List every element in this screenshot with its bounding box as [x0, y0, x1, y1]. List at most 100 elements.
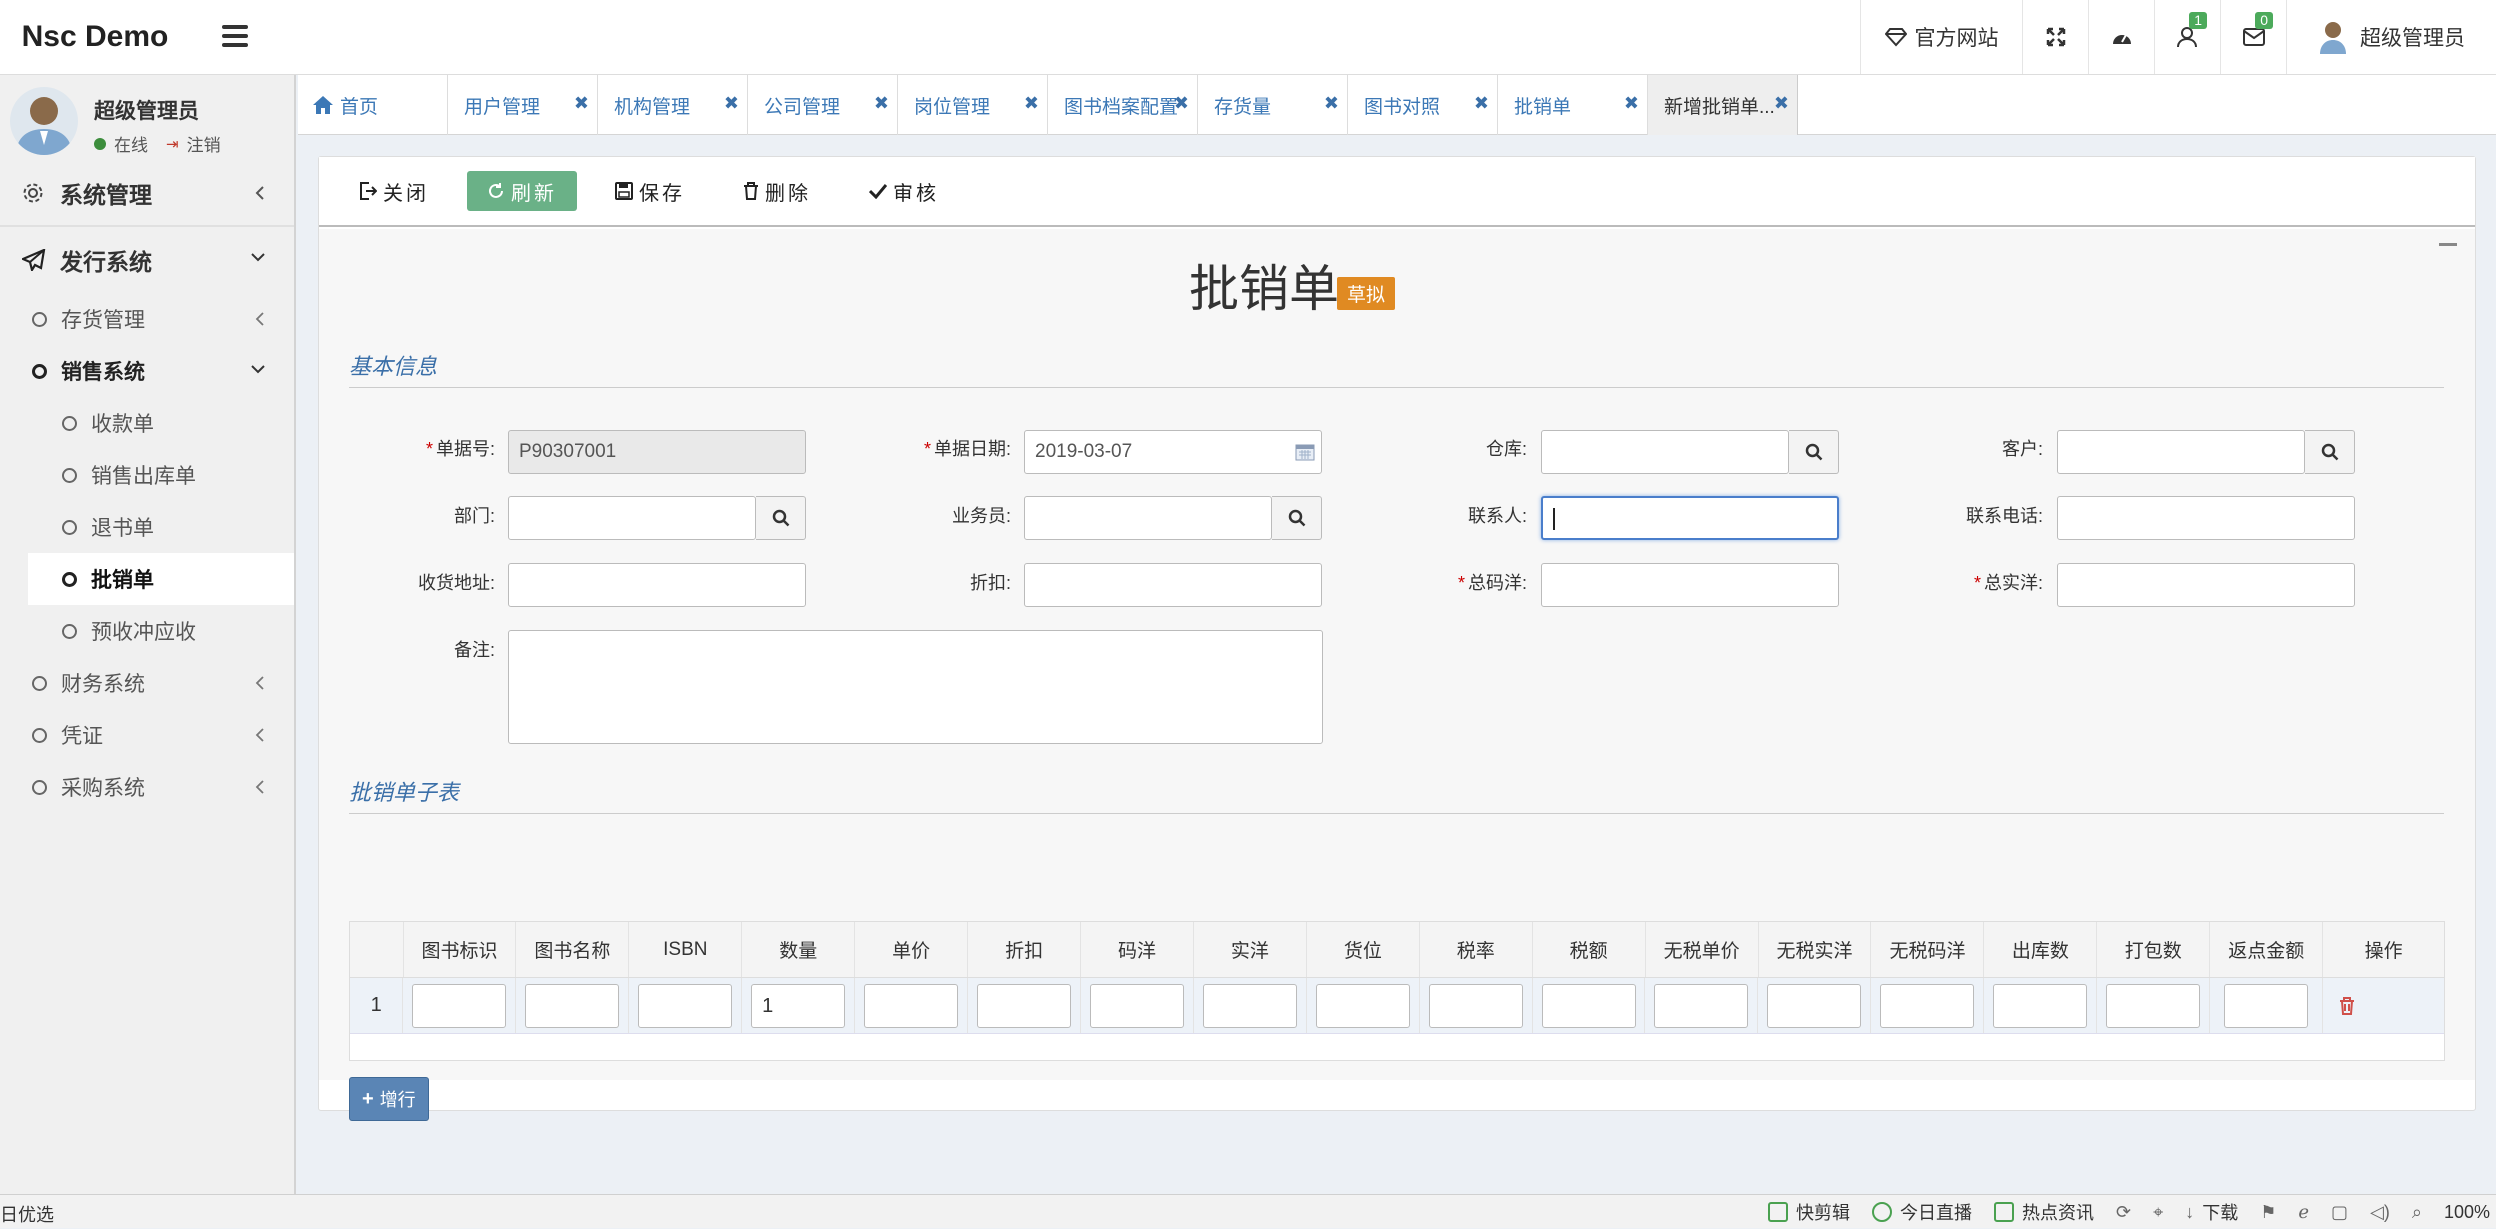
- tab-book-archive-config[interactable]: 图书档案配置 ✖: [1048, 75, 1198, 135]
- menu-wholesale[interactable]: 批销单: [28, 553, 294, 605]
- zoom-level[interactable]: 100%: [2444, 1202, 2490, 1223]
- menu-finance[interactable]: 财务系统: [0, 657, 294, 709]
- phone-field[interactable]: [2057, 496, 2355, 540]
- tab-company-management[interactable]: 公司管理 ✖: [748, 75, 898, 135]
- grid-header-cell[interactable]: 税额: [1533, 922, 1646, 977]
- grid-header-cell[interactable]: 出库数: [1984, 922, 2098, 977]
- grid-header-cell[interactable]: 无税实洋: [1759, 922, 1872, 977]
- dashboard-button[interactable]: [2088, 0, 2154, 74]
- grid-header-cell[interactable]: 打包数: [2097, 922, 2211, 977]
- grid-header-cell[interactable]: 数量: [742, 922, 856, 977]
- broom-icon[interactable]: ⌖: [2153, 1202, 2163, 1223]
- audit-button[interactable]: 审核: [849, 171, 959, 211]
- pack-qty-input[interactable]: [2106, 983, 2201, 1028]
- dept-field[interactable]: [508, 496, 756, 540]
- total-list-price-field[interactable]: [1541, 563, 1839, 607]
- messages-button[interactable]: 0: [2220, 0, 2286, 74]
- calendar-icon[interactable]: [1295, 443, 1315, 461]
- window-icon[interactable]: ▢: [2331, 1202, 2348, 1223]
- add-row-button[interactable]: + 增行: [349, 1077, 429, 1121]
- flag-icon[interactable]: ⚑: [2260, 1202, 2276, 1223]
- menu-sales-outbound[interactable]: 销售出库单: [0, 449, 294, 501]
- delete-button[interactable]: 删除: [723, 171, 831, 211]
- warehouse-field[interactable]: [1541, 430, 1789, 474]
- menu-inventory[interactable]: 存货管理: [0, 293, 294, 345]
- tab-new-wholesale[interactable]: 新增批销单... ✖: [1648, 75, 1798, 135]
- list-price-input[interactable]: [1089, 983, 1184, 1028]
- close-icon[interactable]: ✖: [574, 93, 589, 114]
- address-field[interactable]: [508, 563, 806, 607]
- contact-field[interactable]: [1541, 496, 1839, 540]
- isbn-input[interactable]: [638, 983, 733, 1028]
- doc-date-field[interactable]: 2019-03-07: [1024, 430, 1322, 474]
- untaxed-unit-price-input[interactable]: [1654, 983, 1749, 1028]
- tab-org-management[interactable]: 机构管理 ✖: [598, 75, 748, 135]
- speed-icon[interactable]: ⟳: [2116, 1202, 2131, 1223]
- discount-input[interactable]: [976, 983, 1071, 1028]
- news-item[interactable]: 热点资讯: [1993, 1199, 2094, 1225]
- book-id-input[interactable]: [412, 983, 507, 1028]
- notifications-button[interactable]: 1: [2154, 0, 2220, 74]
- untaxed-actual-input[interactable]: [1767, 983, 1862, 1028]
- close-button[interactable]: 关闭: [339, 171, 449, 211]
- close-icon[interactable]: ✖: [1324, 93, 1339, 114]
- user-menu[interactable]: 超级管理员: [2286, 0, 2496, 74]
- tax-amount-input[interactable]: [1541, 983, 1636, 1028]
- tab-home[interactable]: 首页: [298, 75, 448, 135]
- grid-header-cell[interactable]: 折扣: [968, 922, 1082, 977]
- fullscreen-button[interactable]: [2022, 0, 2088, 74]
- live-item[interactable]: 今日直播: [1871, 1199, 1972, 1225]
- grid-header-cell[interactable]: ISBN: [629, 922, 743, 977]
- tab-position-management[interactable]: 岗位管理 ✖: [898, 75, 1048, 135]
- close-icon[interactable]: ✖: [1624, 93, 1639, 114]
- actual-price-input[interactable]: [1202, 983, 1297, 1028]
- close-icon[interactable]: ✖: [1474, 93, 1489, 114]
- tab-wholesale[interactable]: 批销单 ✖: [1498, 75, 1648, 135]
- refresh-button[interactable]: 刷新: [467, 171, 577, 211]
- outbound-qty-input[interactable]: [1993, 983, 2088, 1028]
- grid-header-cell[interactable]: 税率: [1420, 922, 1533, 977]
- grid-header-cell[interactable]: 码洋: [1081, 922, 1194, 977]
- grid-header-cell[interactable]: 图书名称: [516, 922, 630, 977]
- download-item[interactable]: ↓ 下载: [2185, 1199, 2238, 1225]
- ie-icon[interactable]: ℯ: [2298, 1202, 2309, 1223]
- close-icon[interactable]: ✖: [724, 93, 739, 114]
- remark-textarea[interactable]: [508, 630, 1323, 744]
- menu-prepay-offset[interactable]: 预收冲应收: [0, 605, 294, 657]
- grid-header-cell[interactable]: 无税码洋: [1871, 922, 1985, 977]
- book-name-input[interactable]: [525, 983, 620, 1028]
- close-icon[interactable]: ✖: [1024, 93, 1039, 114]
- app-logo[interactable]: Nsc Demo: [0, 0, 190, 74]
- trash-icon[interactable]: [2339, 996, 2355, 1015]
- salesman-search-button[interactable]: [1272, 496, 1322, 540]
- sidebar-toggle-icon[interactable]: [218, 20, 252, 54]
- logout-link[interactable]: 注销: [187, 131, 221, 156]
- tab-book-mapping[interactable]: 图书对照 ✖: [1348, 75, 1498, 135]
- tab-user-management[interactable]: 用户管理 ✖: [448, 75, 598, 135]
- grid-header-cell[interactable]: 货位: [1307, 922, 1420, 977]
- customer-search-button[interactable]: [2305, 430, 2355, 474]
- menu-sales-system[interactable]: 销售系统: [0, 345, 294, 397]
- dept-search-button[interactable]: [756, 496, 806, 540]
- grid-header-cell[interactable]: 返点金额: [2210, 922, 2324, 977]
- volume-icon[interactable]: ◁): [2370, 1202, 2390, 1223]
- quick-edit-item[interactable]: 快剪辑: [1767, 1199, 1850, 1225]
- tax-rate-input[interactable]: [1428, 983, 1523, 1028]
- discount-field[interactable]: [1024, 563, 1322, 607]
- unit-price-input[interactable]: [864, 983, 959, 1028]
- table-row[interactable]: 1 1: [350, 978, 2444, 1034]
- grid-header-cell[interactable]: 单价: [855, 922, 969, 977]
- warehouse-search-button[interactable]: [1789, 430, 1839, 474]
- menu-purchase[interactable]: 采购系统: [0, 761, 294, 813]
- menu-receipt[interactable]: 收款单: [0, 397, 294, 449]
- menu-voucher[interactable]: 凭证: [0, 709, 294, 761]
- location-input[interactable]: [1315, 983, 1410, 1028]
- grid-header-cell[interactable]: 实洋: [1194, 922, 1307, 977]
- save-button[interactable]: 保存: [595, 171, 705, 211]
- untaxed-list-input[interactable]: [1880, 983, 1975, 1028]
- total-actual-price-field[interactable]: [2057, 563, 2355, 607]
- official-site-link[interactable]: 官方网站: [1860, 0, 2022, 74]
- menu-return[interactable]: 退书单: [0, 501, 294, 553]
- tab-stock-quantity[interactable]: 存货量 ✖: [1198, 75, 1348, 135]
- doc-no-field[interactable]: P90307001: [508, 430, 806, 474]
